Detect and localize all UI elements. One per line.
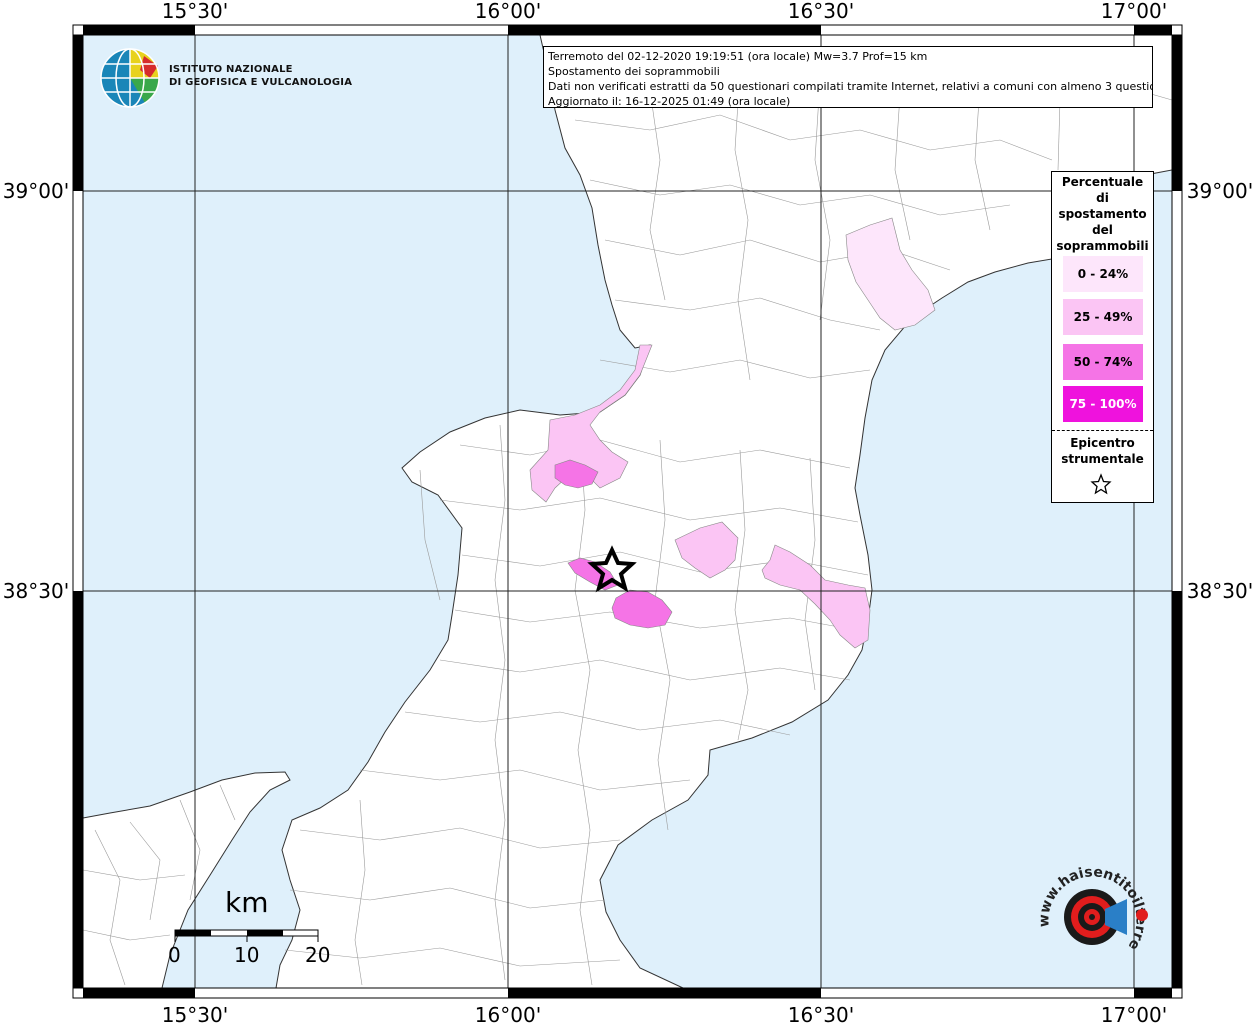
legend-title-line: del (1092, 223, 1113, 237)
top-tick-labels: 15°30' 16°00' 16°30' 17°00' (162, 0, 1167, 23)
tick-label-right-1: 39°00' (1187, 179, 1253, 203)
bottom-tick-labels: 15°30' 16°00' 16°30' 17°00' (162, 1003, 1167, 1024)
ingv-name-line1: ISTITUTO NAZIONALE (169, 64, 293, 75)
left-tick-labels: 39°00' 38°30' (3, 179, 69, 603)
tick-label-bottom-2: 16°00' (475, 1003, 541, 1024)
ingv-globe-icon (100, 48, 160, 108)
legend-title-line: Percentuale (1061, 175, 1144, 189)
legend-epicenter-label: Epicentro strumentale (1052, 435, 1153, 467)
info-line-event: Terremoto del 02-12-2020 19:19:51 (ora l… (548, 50, 928, 63)
info-line-source: Dati non verificati estratti da 50 quest… (548, 80, 1153, 93)
info-line-updated: Aggiornato il: 16-12-2025 01:49 (ora loc… (548, 95, 791, 108)
scale-unit: km (225, 886, 269, 919)
ingv-name: ISTITUTO NAZIONALE DI GEOFISICA E VULCAN… (169, 63, 352, 89)
tick-label-right-2: 38°30' (1187, 579, 1253, 603)
legend-item-75-100: 75 - 100% (1063, 386, 1143, 422)
ingv-name-line2: DI GEOFISICA E VULCANOLOGIA (169, 77, 353, 88)
legend-item-0-24: 0 - 24% (1063, 256, 1143, 292)
earthquake-info-box: Terremoto del 02-12-2020 19:19:51 (ora l… (543, 46, 1153, 108)
legend-title-line: spostamento (1058, 207, 1147, 221)
legend-item-50-74: 50 - 74% (1063, 344, 1143, 380)
legend-title-line: di (1096, 191, 1109, 205)
tick-label-left-2: 38°30' (3, 579, 69, 603)
tick-label-top-1: 15°30' (162, 0, 228, 23)
legend-epicenter-line: strumentale (1061, 452, 1144, 466)
legend-epicenter-line: Epicentro (1070, 436, 1135, 450)
scale-label-0: 0 (168, 943, 181, 967)
tick-label-bottom-3: 16°30' (788, 1003, 854, 1024)
right-tick-labels: 39°00' 38°30' (1187, 179, 1253, 603)
tick-label-bottom-4: 17°00' (1101, 1003, 1167, 1024)
legend-item-25-49: 25 - 49% (1063, 299, 1143, 335)
scale-label-10: 10 (234, 943, 260, 967)
tick-label-top-3: 16°30' (788, 0, 854, 23)
haisentitoilterremoto-logo[interactable]: www.haisentitoilterremoto.it (1035, 865, 1150, 975)
tick-label-top-4: 17°00' (1101, 0, 1167, 23)
scale-label-20: 20 (305, 943, 331, 967)
tick-label-bottom-1: 15°30' (162, 1003, 228, 1024)
legend-title-line: soprammobili (1056, 239, 1149, 253)
epicenter-star-legend-icon (1090, 473, 1112, 495)
legend-divider (1052, 430, 1153, 431)
info-line-subject: Spostamento dei soprammobili (548, 65, 720, 78)
tick-label-left-1: 39°00' (3, 179, 69, 203)
legend: Percentuale di spostamento del soprammob… (1051, 171, 1154, 503)
legend-title: Percentuale di spostamento del soprammob… (1052, 172, 1153, 254)
tick-label-top-2: 16°00' (475, 0, 541, 23)
